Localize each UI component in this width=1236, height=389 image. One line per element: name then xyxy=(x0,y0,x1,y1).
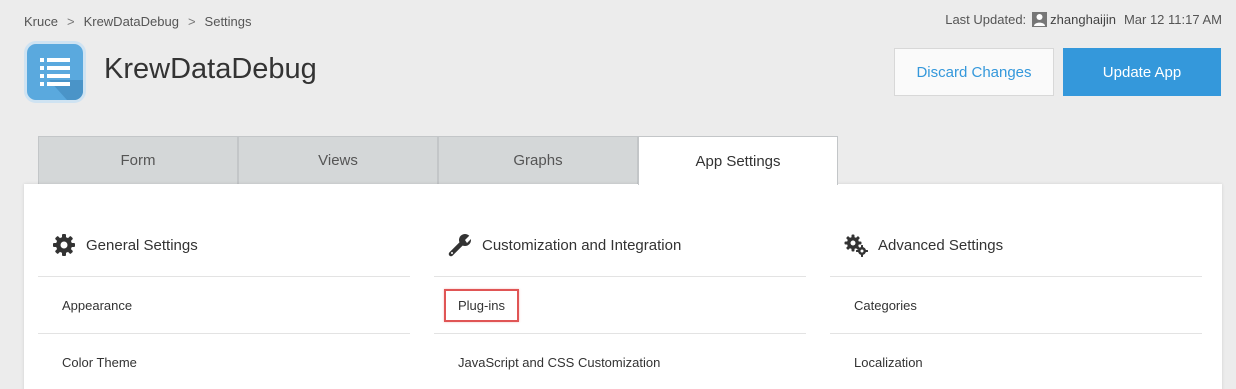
settings-link-color-theme[interactable]: Color Theme xyxy=(38,334,410,389)
breadcrumb-item-app[interactable]: KrewDataDebug xyxy=(84,14,179,29)
breadcrumb-separator: > xyxy=(66,14,75,29)
tab-views[interactable]: Views xyxy=(238,136,438,184)
breadcrumb: Kruce > KrewDataDebug > Settings xyxy=(24,14,252,29)
settings-link-appearance[interactable]: Appearance xyxy=(38,277,410,334)
user-icon xyxy=(1032,12,1048,27)
page-title: KrewDataDebug xyxy=(104,53,317,85)
last-updated: Last Updated: zhanghaijin Mar 12 11:17 A… xyxy=(945,12,1222,27)
settings-link-localization[interactable]: Localization xyxy=(830,334,1202,389)
settings-link-plug-ins[interactable]: Plug-ins xyxy=(434,277,806,334)
section-title: General Settings xyxy=(86,236,198,254)
tab-graphs[interactable]: Graphs xyxy=(438,136,638,184)
breadcrumb-item-kruce[interactable]: Kruce xyxy=(24,14,58,29)
tab-app-settings[interactable]: App Settings xyxy=(638,136,838,185)
settings-link-js-css-customization[interactable]: JavaScript and CSS Customization xyxy=(434,334,806,389)
list-app-icon xyxy=(24,41,86,103)
section-general-settings: General Settings Appearance Color Theme xyxy=(38,184,410,389)
settings-link-label: Localization xyxy=(854,354,923,370)
last-updated-user[interactable]: zhanghaijin xyxy=(1050,12,1116,27)
settings-link-categories[interactable]: Categories xyxy=(830,277,1202,334)
breadcrumb-item-settings: Settings xyxy=(204,14,252,29)
settings-link-label: Appearance xyxy=(62,297,133,313)
settings-panel: General Settings Appearance Color Theme … xyxy=(24,184,1222,389)
section-title: Customization and Integration xyxy=(482,236,682,254)
section-header: Advanced Settings xyxy=(830,184,1202,277)
gears-icon xyxy=(844,233,868,257)
section-advanced-settings: Advanced Settings Categories Localizatio… xyxy=(830,184,1202,389)
discard-changes-button[interactable]: Discard Changes xyxy=(894,48,1054,96)
settings-link-label: Color Theme xyxy=(62,354,137,370)
tab-bar: Form Views Graphs App Settings xyxy=(38,136,838,185)
section-title: Advanced Settings xyxy=(878,236,1004,254)
settings-link-label: Categories xyxy=(854,297,917,313)
wrench-icon xyxy=(448,233,472,257)
tab-form[interactable]: Form xyxy=(38,136,238,184)
last-updated-label: Last Updated: xyxy=(945,12,1027,27)
settings-link-label: Plug-ins xyxy=(444,288,519,322)
section-header: General Settings xyxy=(38,184,410,277)
breadcrumb-separator: > xyxy=(187,14,196,29)
section-customization-integration: Customization and Integration Plug-ins J… xyxy=(434,184,806,389)
gear-icon xyxy=(52,233,76,257)
settings-link-label: JavaScript and CSS Customization xyxy=(458,354,661,370)
section-header: Customization and Integration xyxy=(434,184,806,277)
update-app-button[interactable]: Update App xyxy=(1063,48,1221,96)
last-updated-date: Mar 12 11:17 AM xyxy=(1123,12,1222,27)
